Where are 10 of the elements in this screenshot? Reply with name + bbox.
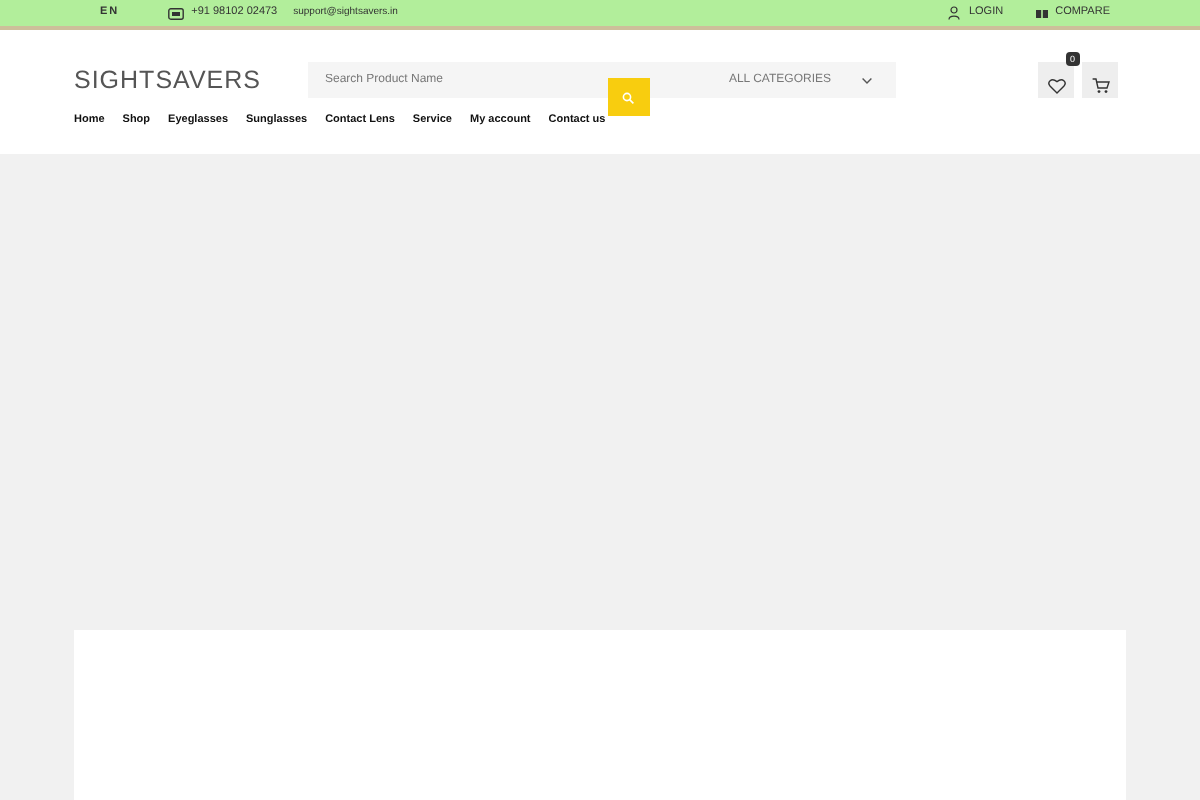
chevron-down-icon xyxy=(862,77,873,84)
compare-icon xyxy=(1035,9,1048,17)
phone-icon xyxy=(167,7,184,19)
heart-icon xyxy=(1047,78,1065,95)
site-logo[interactable]: SIGHTSAVERS xyxy=(74,62,261,100)
cart-button[interactable] xyxy=(1082,62,1118,99)
wishlist-button[interactable] xyxy=(1038,62,1074,99)
cart-icon xyxy=(1091,78,1109,95)
search-icon xyxy=(622,92,635,105)
user-icon xyxy=(948,6,961,20)
